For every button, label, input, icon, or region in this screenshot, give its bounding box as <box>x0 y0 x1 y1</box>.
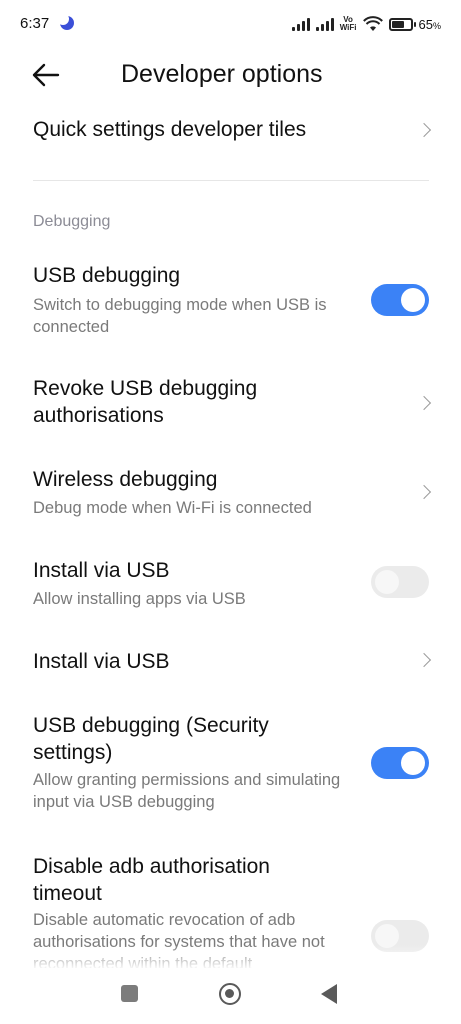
settings-list[interactable]: Quick settings developer tiles Debugging… <box>0 100 461 968</box>
revoke-authorisations-row[interactable]: Revoke USB debugging authorisations <box>0 370 461 436</box>
row-title: Install via USB <box>33 650 170 673</box>
row-title: Disable adb authorisation timeout <box>33 855 270 905</box>
battery-fill <box>391 20 404 28</box>
toggle-knob <box>401 751 425 775</box>
status-icons: Vo WiFi 65% <box>291 12 441 36</box>
install-via-usb-link-row[interactable]: Install via USB <box>0 645 461 681</box>
status-bar: 6:37 Vo WiFi 65% <box>0 0 461 50</box>
row-subtitle: Debug mode when Wi-Fi is connected <box>33 499 312 517</box>
chevron-right-icon <box>416 484 432 500</box>
vowifi-icon: Vo WiFi <box>339 15 357 32</box>
scroll-fade <box>0 945 461 970</box>
row-title: USB debugging (Security settings) <box>33 714 269 764</box>
install-via-usb-toggle[interactable] <box>371 566 429 598</box>
section-header-debugging: Debugging <box>33 213 111 230</box>
usb-debugging-row[interactable]: USB debugging Switch to debugging mode w… <box>0 255 461 340</box>
row-title: USB debugging <box>33 264 181 287</box>
wireless-debugging-row[interactable]: Wireless debugging Debug mode when Wi-Fi… <box>0 463 461 525</box>
chevron-right-icon <box>416 122 432 138</box>
row-subtitle: Allow installing apps via USB <box>33 590 246 608</box>
status-time: 6:37 <box>20 15 50 32</box>
arrow-left-icon <box>32 63 60 87</box>
battery-percentage: 65% <box>418 16 441 32</box>
triangle-back-icon[interactable] <box>321 984 337 1004</box>
chevron-right-icon <box>416 395 432 411</box>
page-title: Developer options <box>121 60 323 88</box>
toggle-knob <box>375 570 399 594</box>
toggle-knob <box>401 288 425 312</box>
square-recents-icon[interactable] <box>121 985 138 1002</box>
row-title: Install via USB <box>33 559 170 582</box>
quick-settings-tiles-row[interactable]: Quick settings developer tiles <box>0 100 461 162</box>
divider <box>33 180 429 181</box>
row-title: Revoke USB debugging authorisations <box>33 377 258 427</box>
wifi-icon <box>362 16 383 31</box>
header: Developer options <box>0 50 461 100</box>
chevron-right-icon <box>416 652 432 668</box>
back-button[interactable] <box>26 58 66 92</box>
row-title: Wireless debugging <box>33 468 218 491</box>
signal-icon-2 <box>315 17 334 31</box>
signal-icon <box>291 17 310 31</box>
usb-debugging-toggle[interactable] <box>371 284 429 316</box>
row-subtitle: Switch to debugging mode when USB is con… <box>33 296 327 336</box>
circle-home-icon[interactable] <box>219 983 241 1005</box>
usb-debugging-security-row[interactable]: USB debugging (Security settings) Allow … <box>0 710 461 820</box>
row-subtitle: Allow granting permissions and simulatin… <box>33 771 341 811</box>
do-not-disturb-icon <box>57 13 74 30</box>
row-title: Quick settings developer tiles <box>33 118 307 141</box>
navigation-bar <box>0 968 461 1024</box>
usb-debugging-security-toggle[interactable] <box>371 747 429 779</box>
battery-icon <box>388 17 416 31</box>
install-via-usb-toggle-row[interactable]: Install via USB Allow installing apps vi… <box>0 555 461 615</box>
